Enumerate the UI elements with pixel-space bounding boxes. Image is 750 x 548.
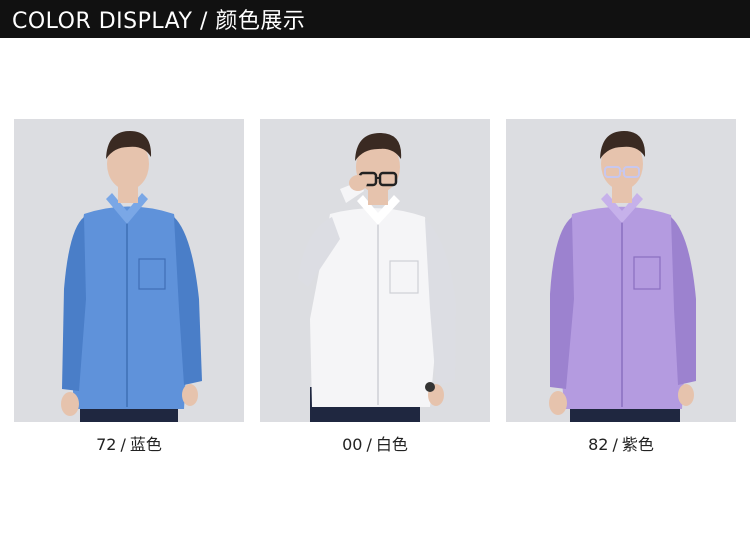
product-photo-white[interactable]: [260, 119, 490, 422]
color-name: 蓝色: [129, 435, 162, 454]
color-name: 紫色: [621, 435, 654, 454]
model-figure-white: [260, 119, 490, 422]
product-caption-white: 00/白色: [260, 431, 490, 455]
caption-separator: /: [612, 435, 618, 454]
color-code: 82: [588, 435, 609, 454]
color-code: 72: [96, 435, 117, 454]
caption-separator: /: [366, 435, 372, 454]
product-card-blue[interactable]: 72/蓝色: [14, 119, 244, 455]
product-caption-blue: 72/蓝色: [14, 431, 244, 455]
product-photo-blue[interactable]: [14, 119, 244, 422]
product-card-purple[interactable]: 82/紫色: [506, 119, 736, 455]
model-figure-blue: [14, 119, 244, 422]
product-photo-purple[interactable]: [506, 119, 736, 422]
product-caption-purple: 82/紫色: [506, 431, 736, 455]
caption-separator: /: [120, 435, 126, 454]
header-bar: COLOR DISPLAY / 颜色展示: [0, 0, 750, 38]
color-code: 00: [342, 435, 363, 454]
product-card-white[interactable]: 00/白色: [260, 119, 490, 455]
page-title: COLOR DISPLAY / 颜色展示: [12, 9, 306, 34]
color-name: 白色: [375, 435, 408, 454]
model-figure-purple: [506, 119, 736, 422]
